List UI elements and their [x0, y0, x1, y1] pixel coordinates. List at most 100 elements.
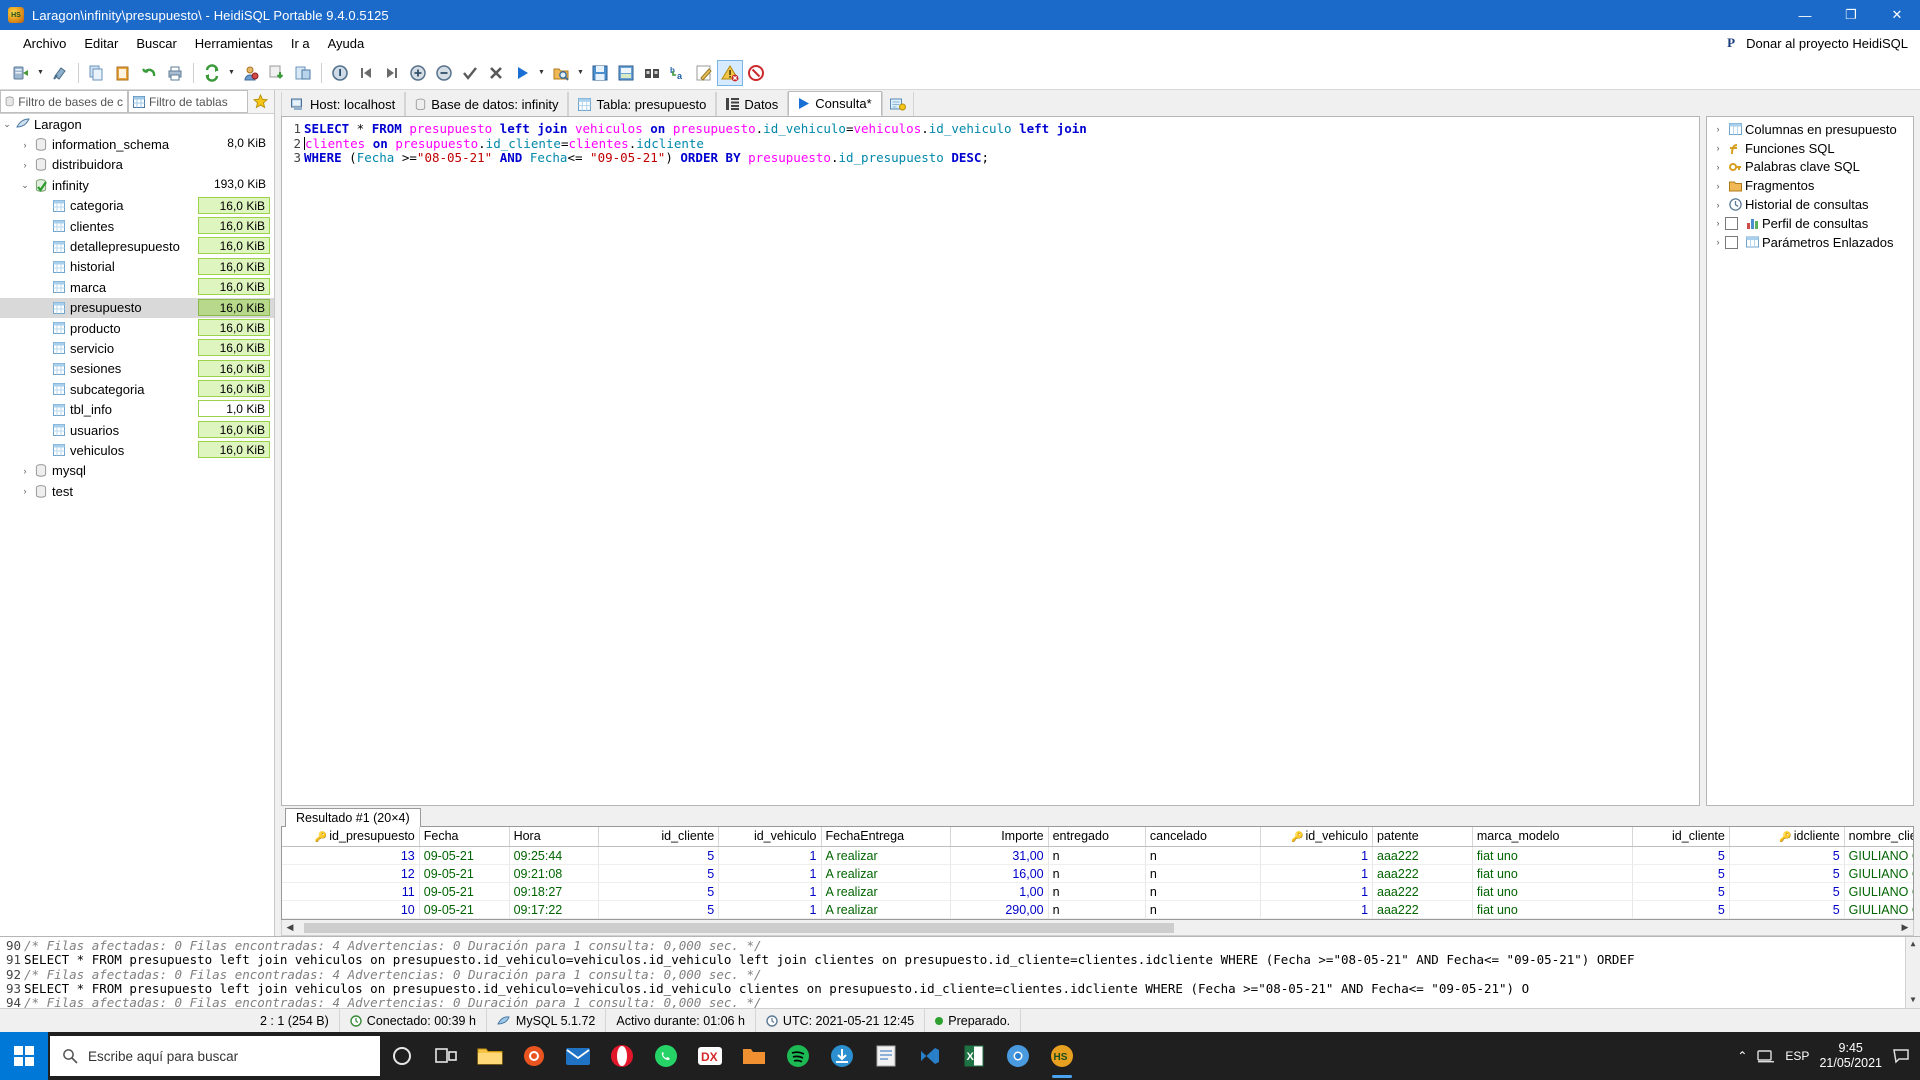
table-cell[interactable]: aaa222	[1372, 900, 1473, 919]
dock-item-fragmentos[interactable]: › Fragmentos	[1707, 176, 1913, 195]
import-data-icon[interactable]	[264, 60, 290, 86]
scroll-track[interactable]	[298, 921, 1897, 934]
column-header-nombre_clien[interactable]: nombre_clien	[1844, 826, 1913, 847]
table-cell[interactable]: 09:18:27	[509, 882, 600, 901]
language-indicator[interactable]: ESP	[1785, 1049, 1809, 1063]
table-cell[interactable]: fiat uno	[1472, 846, 1633, 865]
collapse-arrow-icon[interactable]: ⌄	[0, 119, 14, 130]
table-cell[interactable]: A realizar	[821, 900, 952, 919]
tree-item-historial[interactable]: historial 16,0 KiB	[0, 257, 274, 277]
table-cell[interactable]: n	[1048, 864, 1146, 883]
menu-item-herramientas[interactable]: Herramientas	[186, 33, 282, 54]
table-cell[interactable]: n	[1145, 846, 1261, 865]
column-header-fecha[interactable]: Fecha	[419, 826, 510, 847]
table-cell[interactable]: 16,00	[950, 864, 1049, 883]
table-cell[interactable]: 1	[1260, 900, 1374, 919]
table-cell[interactable]: 5	[1632, 864, 1730, 883]
expand-arrow-icon[interactable]: ›	[1711, 181, 1725, 191]
first-row-icon[interactable]	[353, 60, 379, 86]
table-row[interactable]: 10 09-05-21 09:17:22 5 1 A realizar 290,00 n n 1 a…	[282, 900, 1913, 919]
table-cell[interactable]: 31,00	[950, 846, 1049, 865]
scroll-right-icon[interactable]: ▶	[1897, 922, 1913, 933]
column-header-patente[interactable]: patente	[1372, 826, 1473, 847]
table-cell[interactable]: aaa222	[1372, 846, 1473, 865]
column-header-entregado[interactable]: entregado	[1048, 826, 1146, 847]
find-icon[interactable]	[639, 60, 665, 86]
tree-item-clientes[interactable]: clientes 16,0 KiB	[0, 216, 274, 236]
expand-arrow-icon[interactable]: ›	[18, 466, 32, 476]
file-explorer-icon[interactable]	[468, 1032, 512, 1080]
table-row[interactable]: 11 09-05-21 09:18:27 5 1 A realizar 1,00 n n 1 aaa…	[282, 882, 1913, 901]
table-cell[interactable]: GIULIANO C.	[1844, 882, 1913, 901]
result-horizontal-scrollbar[interactable]: ◀ ▶	[281, 920, 1914, 936]
column-header-hora[interactable]: Hora	[509, 826, 600, 847]
opera-icon[interactable]	[600, 1032, 644, 1080]
sql-log-panel[interactable]: 90 91 92 93 94 /* Filas afectadas: 0 Filas e…	[0, 936, 1920, 1008]
tree-item-marca[interactable]: marca 16,0 KiB	[0, 277, 274, 297]
session-dropdown-arrow[interactable]: ▼	[34, 60, 47, 86]
tab-base-de-datos-infinity[interactable]: Base de datos: infinity	[405, 92, 569, 116]
data-info-icon[interactable]	[327, 60, 353, 86]
replace-icon[interactable]: ba	[665, 60, 691, 86]
table-cell[interactable]: 09:25:44	[509, 846, 600, 865]
dock-item-funciones-sql[interactable]: › Funciones SQL	[1707, 139, 1913, 158]
print-icon[interactable]	[162, 60, 188, 86]
query-helpers-panel[interactable]: › Columnas en presupuesto › Funciones SQL › P…	[1706, 116, 1914, 806]
dock-item-palabras-clave-sql[interactable]: › Palabras clave SQL	[1707, 158, 1913, 177]
table-cell[interactable]: 5	[1632, 900, 1730, 919]
format-sql-icon[interactable]	[691, 60, 717, 86]
table-cell[interactable]: 1	[1260, 864, 1374, 883]
table-cell[interactable]: 09-05-21	[419, 846, 510, 865]
tree-item-tbl-info[interactable]: tbl_info 1,0 KiB	[0, 399, 274, 419]
tree-item-servicio[interactable]: servicio 16,0 KiB	[0, 338, 274, 358]
tab-datos[interactable]: Datos	[716, 92, 789, 116]
expand-arrow-icon[interactable]: ›	[18, 140, 32, 150]
sql-editor[interactable]: 123 SELECT * FROM presupuesto left join …	[281, 116, 1700, 806]
spotify-icon[interactable]	[776, 1032, 820, 1080]
dock-item-checkbox[interactable]	[1725, 235, 1738, 249]
paste-icon[interactable]	[110, 60, 136, 86]
sql-code[interactable]: SELECT * FROM presupuesto left join vehi…	[304, 117, 1699, 805]
menu-item-archivo[interactable]: Archivo	[14, 33, 75, 54]
table-cell[interactable]: 5	[1729, 864, 1845, 883]
database-tree[interactable]: ⌄ Laragon › information_schema 8,0 KiB › distr…	[0, 114, 274, 936]
expand-arrow-icon[interactable]: ›	[1711, 200, 1725, 210]
table-cell[interactable]: n	[1048, 882, 1146, 901]
tree-item-producto[interactable]: producto 16,0 KiB	[0, 318, 274, 338]
expand-arrow-icon[interactable]: ›	[18, 486, 32, 496]
log-scrollbar[interactable]: ▲ ▼	[1905, 937, 1920, 1008]
explain-query-icon[interactable]	[548, 60, 574, 86]
dock-item-historial-de-consultas[interactable]: › Historial de consultas	[1707, 195, 1913, 214]
table-cell[interactable]: A realizar	[821, 846, 952, 865]
table-cell[interactable]: n	[1145, 900, 1261, 919]
table-cell[interactable]: 11	[282, 882, 420, 901]
new-query-tab-icon[interactable]	[881, 92, 914, 116]
tab-tabla-presupuesto[interactable]: Tabla: presupuesto	[568, 92, 717, 116]
tree-item-subcategoria[interactable]: subcategoria 16,0 KiB	[0, 379, 274, 399]
table-cell[interactable]: 1	[718, 846, 822, 865]
favorites-button[interactable]	[248, 90, 272, 113]
execute-dropdown-arrow[interactable]: ▼	[535, 60, 548, 86]
table-cell[interactable]: 5	[1729, 900, 1845, 919]
insert-row-icon[interactable]	[405, 60, 431, 86]
table-cell[interactable]: 290,00	[950, 900, 1049, 919]
tree-item-usuarios[interactable]: usuarios 16,0 KiB	[0, 420, 274, 440]
menu-item-ir-a[interactable]: Ir a	[282, 33, 319, 54]
table-cell[interactable]: 09:17:22	[509, 900, 600, 919]
session-manager-icon[interactable]	[8, 60, 34, 86]
menu-item-buscar[interactable]: Buscar	[127, 33, 185, 54]
column-header-marca_modelo[interactable]: marca_modelo	[1472, 826, 1633, 847]
column-header-idcliente[interactable]: 🔑 idcliente	[1729, 826, 1845, 847]
column-header-fechaentrega[interactable]: FechaEntrega	[821, 826, 952, 847]
tree-item-distribuidora[interactable]: › distribuidora	[0, 155, 274, 175]
table-cell[interactable]: fiat uno	[1472, 864, 1633, 883]
minimize-button[interactable]: —	[1782, 0, 1828, 30]
column-header-id_vehiculo[interactable]: id_vehiculo	[718, 826, 822, 847]
notepad-icon[interactable]	[864, 1032, 908, 1080]
table-cell[interactable]: 12	[282, 864, 420, 883]
tab-consulta[interactable]: Consulta*	[788, 91, 882, 116]
table-row[interactable]: 13 09-05-21 09:25:44 5 1 A realizar 31,00 n n 1 aa…	[282, 846, 1913, 865]
chrome-icon[interactable]	[996, 1032, 1040, 1080]
tree-item-presupuesto[interactable]: presupuesto 16,0 KiB	[0, 297, 274, 318]
whatsapp-icon[interactable]	[644, 1032, 688, 1080]
